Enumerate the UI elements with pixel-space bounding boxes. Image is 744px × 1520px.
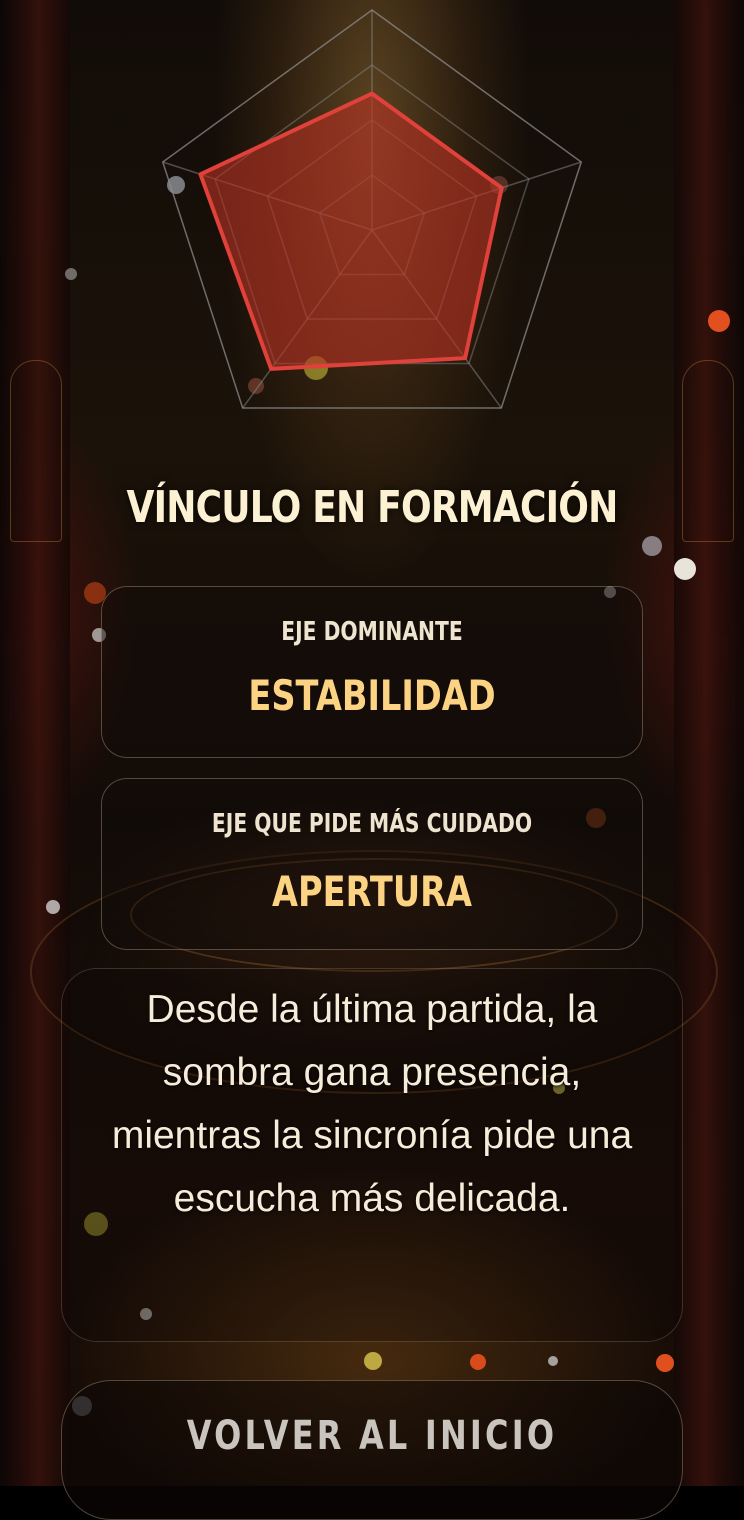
result-title: VÍNCULO EN FORMACIÓN [126, 482, 619, 533]
particle [548, 1356, 558, 1366]
care-axis-label: EJE QUE PIDE MÁS CUIDADO [211, 809, 533, 839]
particle [674, 558, 696, 580]
care-axis-card: EJE QUE PIDE MÁS CUIDADO APERTURA [101, 778, 643, 950]
particle [470, 1354, 486, 1370]
particle [364, 1352, 382, 1370]
particle [46, 900, 60, 914]
dominant-axis-card: EJE DOMINANTE ESTABILIDAD [101, 586, 643, 758]
particle [656, 1354, 674, 1372]
radar-data-shape [198, 91, 504, 371]
back-to-home-button[interactable]: VOLVER AL INICIO [61, 1380, 683, 1520]
radar-chart [161, 9, 583, 409]
back-to-home-label: VOLVER AL INICIO [186, 1413, 558, 1459]
dominant-axis-value: ESTABILIDAD [248, 671, 496, 720]
particle [642, 536, 662, 556]
narrative-text: Desde la última partida, la sombra gana … [111, 988, 633, 1220]
care-axis-value: APERTURA [271, 867, 473, 916]
dominant-axis-label: EJE DOMINANTE [281, 617, 463, 647]
